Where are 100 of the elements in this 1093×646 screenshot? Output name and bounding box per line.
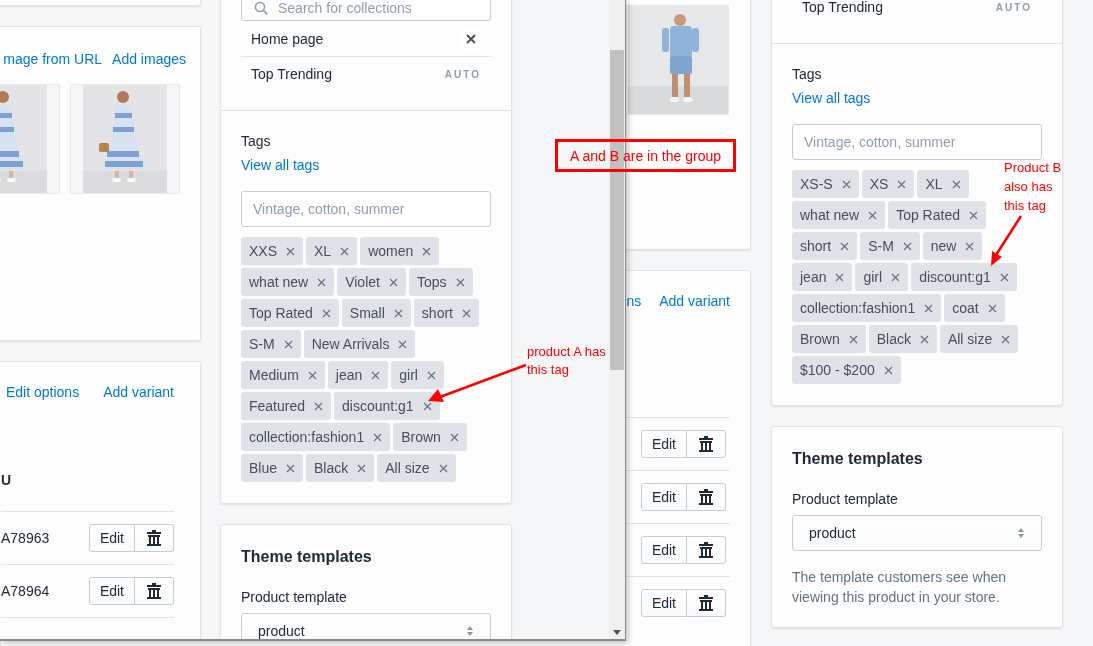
remove-icon[interactable]: [951, 179, 961, 189]
delete-button[interactable]: [135, 577, 174, 605]
help-text: The template customers see when viewing this product in your store.: [792, 568, 1007, 607]
remove-icon[interactable]: [373, 432, 383, 442]
column-header: U: [1, 470, 174, 512]
tag: S-M: [241, 330, 301, 358]
tags-input[interactable]: Vintage, cotton, summer: [792, 124, 1042, 160]
remove-icon[interactable]: [449, 432, 459, 442]
delete-button[interactable]: [687, 589, 726, 617]
remove-icon[interactable]: [340, 246, 350, 256]
annotation-arrow: [991, 215, 1023, 266]
remove-icon[interactable]: [841, 179, 851, 189]
tag: Blue: [241, 454, 304, 482]
remove-icon[interactable]: [840, 241, 850, 251]
trash-icon: [699, 595, 713, 611]
tags-input[interactable]: Vintage, cotton, summer: [241, 191, 491, 227]
remove-icon[interactable]: [902, 241, 912, 251]
search-field[interactable]: Search for collections: [241, 0, 491, 21]
view-all-tags-link[interactable]: View all tags: [792, 88, 1042, 108]
trash-icon: [699, 542, 713, 558]
remove-icon[interactable]: [965, 241, 975, 251]
collection-name: Top Trending: [251, 66, 332, 82]
remove-icon[interactable]: [999, 272, 1009, 282]
link[interactable]: mage from URL: [3, 49, 103, 69]
sku-text: A78963: [1, 530, 50, 546]
trash-icon: [699, 436, 713, 452]
remove-icon[interactable]: [919, 334, 929, 344]
tag: XL: [917, 170, 969, 198]
edit-button[interactable]: Edit: [640, 430, 687, 458]
edit-button[interactable]: Edit: [640, 589, 687, 617]
remove-icon[interactable]: [307, 370, 317, 380]
edit-button[interactable]: Edit: [640, 536, 687, 564]
tag: S-M: [860, 232, 920, 260]
edit-button[interactable]: Edit: [88, 577, 135, 605]
delete-button[interactable]: [687, 536, 726, 564]
tag: collection:fashion1: [241, 423, 391, 451]
tag: Brown: [393, 423, 467, 451]
select-arrows-icon: [466, 625, 474, 637]
remove-icon[interactable]: [393, 308, 403, 318]
delete-button[interactable]: [687, 430, 726, 458]
tag: jean: [792, 263, 853, 291]
remove-icon[interactable]: [987, 303, 997, 313]
delete-button[interactable]: [135, 524, 174, 552]
tag: what new: [241, 268, 335, 296]
template-select[interactable]: product: [241, 613, 491, 639]
remove-icon[interactable]: [286, 246, 295, 256]
tag: short: [413, 299, 479, 327]
trash-icon: [699, 489, 713, 505]
remove-icon[interactable]: [314, 401, 324, 411]
remove-icon[interactable]: [455, 277, 465, 287]
search-icon: [254, 1, 268, 15]
tag: collection:fashion1: [792, 294, 942, 322]
remove-icon[interactable]: [848, 334, 858, 344]
remove-icon[interactable]: [891, 272, 901, 282]
link[interactable]: Add variant: [103, 382, 174, 402]
remove-icon[interactable]: [883, 365, 893, 375]
trash-icon: [147, 530, 161, 546]
tag: New Arrivals: [303, 330, 416, 358]
tag: coat: [944, 294, 1005, 322]
tag: $100 - $200: [792, 356, 901, 384]
remove-icon[interactable]: [398, 339, 408, 349]
scrollbar[interactable]: [609, 0, 625, 639]
edit-button[interactable]: Edit: [640, 483, 687, 511]
close-icon: [466, 33, 476, 44]
remove-icon[interactable]: [897, 179, 907, 189]
link[interactable]: ns: [626, 291, 642, 311]
tag: Medium: [241, 361, 325, 389]
remove-icon[interactable]: [426, 370, 436, 380]
tag: short: [792, 232, 858, 260]
remove-icon[interactable]: [357, 463, 367, 473]
field-label: Product template: [241, 588, 348, 607]
link[interactable]: Add variant: [659, 291, 730, 311]
remove-icon[interactable]: [283, 339, 293, 349]
remove-icon[interactable]: [969, 210, 978, 220]
scrollbar-thumb[interactable]: [610, 50, 624, 370]
template-select[interactable]: product: [792, 515, 1042, 551]
collection-name: Top Trending: [802, 0, 883, 15]
link[interactable]: Add images: [112, 49, 186, 69]
remove-icon[interactable]: [321, 308, 331, 318]
delete-button[interactable]: [687, 483, 726, 511]
scroll-down-icon[interactable]: [613, 630, 621, 635]
select-arrows-icon: [1017, 527, 1025, 539]
edit-button[interactable]: Edit: [88, 524, 135, 552]
annotation-text: product A has this tag: [527, 343, 607, 379]
remove-icon[interactable]: [461, 308, 471, 318]
remove-icon[interactable]: [835, 272, 845, 282]
remove-icon[interactable]: [317, 277, 327, 287]
remove-icon[interactable]: [422, 401, 432, 411]
view-all-tags-link[interactable]: View all tags: [241, 155, 491, 175]
remove-icon[interactable]: [286, 463, 296, 473]
tag: XXS: [241, 237, 303, 265]
remove-icon[interactable]: [924, 303, 934, 313]
remove-icon[interactable]: [371, 370, 381, 380]
remove-icon[interactable]: [1001, 334, 1011, 344]
remove-icon[interactable]: [868, 210, 878, 220]
remove-icon[interactable]: [422, 246, 432, 256]
remove-icon[interactable]: [438, 463, 448, 473]
link[interactable]: Edit options: [6, 382, 80, 402]
tag: XS: [861, 170, 915, 198]
remove-icon[interactable]: [388, 277, 398, 287]
